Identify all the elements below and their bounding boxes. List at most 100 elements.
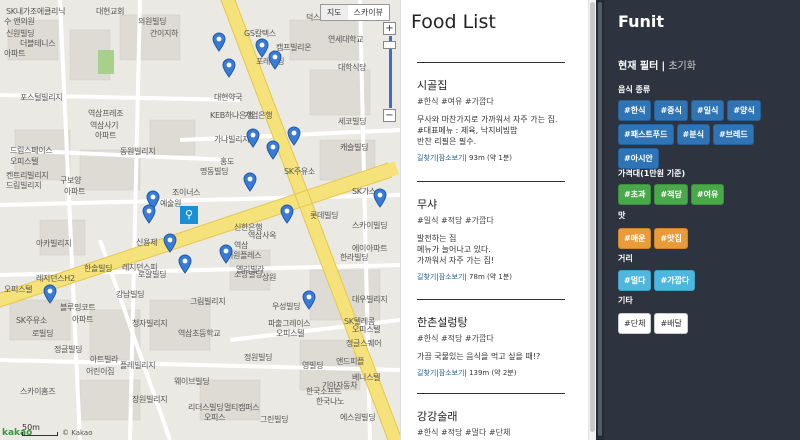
filter-tag-button[interactable]: #중식 bbox=[654, 100, 688, 121]
share-icon[interactable]: ⚲ bbox=[180, 206, 198, 224]
map-place-label: 명동빌딩 bbox=[200, 167, 229, 176]
list-item: 무샤 #일식 #적당 #가깝다 발전하는 집 메뉴가 늘어나고 있다. 가까워서… bbox=[417, 181, 565, 282]
map-view[interactable]: SK내가조에클리닉대현교회수 앤의원의원빌딩신원빌딩덕스테크리더스간이지하더블테… bbox=[0, 0, 400, 440]
map-type-map-button[interactable]: 지도 bbox=[320, 5, 348, 20]
filter-tag-group: #초과 #적당 #여유 bbox=[618, 184, 794, 205]
filter-tag-button[interactable]: #매운 bbox=[618, 228, 652, 249]
map-place-label: 그림빌리지 bbox=[190, 297, 226, 306]
filter-tag-button[interactable]: #가깝다 bbox=[654, 270, 696, 291]
restaurant-marker-icon[interactable] bbox=[268, 50, 282, 70]
item-tags: #일식 #적당 #가깝다 bbox=[417, 216, 494, 225]
map-place-label: 한국나노 bbox=[316, 397, 345, 406]
filter-tag-button[interactable]: #양식 bbox=[727, 100, 761, 121]
filter-panel: Funit 현재 필터 | 초기화 음식 종류 #한식 #중식 #일식 #양식 #패스트푸… bbox=[596, 0, 800, 440]
filter-tag-button[interactable]: #초과 bbox=[618, 184, 652, 205]
brand-title: Funit bbox=[618, 12, 665, 31]
restaurant-marker-icon[interactable] bbox=[178, 254, 192, 274]
filter-section-title: 맛 bbox=[618, 211, 626, 220]
restaurant-marker-icon[interactable] bbox=[219, 244, 233, 264]
filter-tag-button[interactable]: #멀다 bbox=[618, 270, 652, 291]
restaurant-marker-icon[interactable] bbox=[243, 172, 257, 192]
current-filter-label: 현재 필터 bbox=[618, 61, 659, 72]
restaurant-marker-icon[interactable] bbox=[266, 140, 280, 160]
directions-link[interactable]: 길찾기 bbox=[417, 154, 436, 162]
detail-link[interactable]: 잠소보기 bbox=[439, 369, 465, 377]
restaurant-marker-icon[interactable] bbox=[280, 204, 294, 224]
filter-tag-button[interactable]: #일식 bbox=[690, 100, 725, 121]
restaurant-marker-icon[interactable] bbox=[373, 188, 387, 208]
item-distance: 93m (약 1분) bbox=[469, 154, 513, 162]
detail-link[interactable]: 잠소보기 bbox=[439, 273, 465, 281]
map-place-label: 엘리빌라 bbox=[236, 265, 265, 274]
reset-filter-button[interactable]: 초기화 bbox=[668, 61, 696, 72]
restaurant-marker-icon[interactable] bbox=[212, 32, 226, 52]
restaurant-marker-icon[interactable] bbox=[222, 58, 236, 78]
list-item: 강강술래 #한식 #적당 #멀다 #단체 bbox=[417, 393, 565, 440]
map-place-label: 드림빌리지 bbox=[6, 181, 42, 190]
panel-scrollbar[interactable] bbox=[596, 0, 604, 440]
restaurant-marker-icon[interactable] bbox=[287, 126, 301, 146]
map-place-label: 신용제 bbox=[136, 238, 158, 247]
map-place-label: 아파트 bbox=[95, 131, 117, 140]
map-place-label: 대현약국 bbox=[214, 93, 243, 102]
filter-header: 현재 필터 | 초기화 bbox=[618, 57, 696, 72]
restaurant-marker-icon[interactable] bbox=[255, 38, 269, 58]
food-list-panel: Food List 시골집 #한식 #여유 #가깝다 무사와 마찬가지로 가까워… bbox=[400, 0, 596, 440]
filter-tag-button[interactable]: #패스트푸드 bbox=[618, 124, 674, 145]
map-place-label: 강남빌딩 bbox=[116, 290, 145, 299]
restaurant-marker-icon[interactable] bbox=[302, 290, 316, 310]
map-place-label: SK텔레콤 bbox=[344, 317, 375, 326]
map-place-label: 에스원빌딩 bbox=[340, 413, 376, 422]
filter-tag-button[interactable]: #맛집 bbox=[654, 228, 688, 249]
map-type-skyview-button[interactable]: 스카이뷰 bbox=[348, 5, 389, 20]
map-place-label: 어린이집 bbox=[86, 367, 115, 376]
item-name: 강강술래 bbox=[417, 410, 458, 423]
filter-section-title: 거리 bbox=[618, 254, 633, 263]
list-scrollbar[interactable] bbox=[588, 0, 596, 440]
filter-tag-button[interactable]: #단체 bbox=[618, 313, 652, 334]
map-place-label: 구보양 bbox=[60, 176, 82, 185]
map-place-label: 아트빌라 bbox=[90, 355, 119, 364]
map-place-label: 간이지하 bbox=[150, 29, 179, 38]
zoom-in-button[interactable]: + bbox=[383, 22, 396, 35]
map-place-label: 멀티캠퍼스 bbox=[224, 403, 260, 412]
filter-tag-button[interactable]: #한식 bbox=[618, 100, 652, 121]
map-place-label: 정글스퀘어 bbox=[346, 339, 382, 348]
filter-tag-button[interactable]: #여유 bbox=[690, 184, 725, 205]
item-tags: #한식 #적당 #가깝다 bbox=[417, 334, 494, 343]
map-place-label: 아파트 bbox=[72, 315, 94, 324]
directions-link[interactable]: 길찾기 bbox=[417, 369, 436, 377]
restaurant-marker-icon[interactable] bbox=[246, 128, 260, 148]
restaurant-marker-icon[interactable] bbox=[163, 233, 177, 253]
map-place-label: 한솔빌딩 bbox=[84, 264, 113, 273]
map-copyright: © Kakao bbox=[62, 429, 93, 437]
item-divider bbox=[417, 393, 565, 394]
list-scrollbar-thumb[interactable] bbox=[590, 2, 595, 432]
map-place-label: 포스털빌리지 bbox=[20, 93, 63, 102]
map-place-label: 오피스텔 bbox=[276, 329, 305, 338]
map-place-label: 캐슬빌딩 bbox=[340, 143, 369, 152]
restaurant-marker-icon[interactable] bbox=[142, 204, 156, 224]
map-place-label: 한라빌딩 bbox=[340, 253, 369, 262]
zoom-slider-handle[interactable] bbox=[383, 41, 396, 49]
restaurant-marker-icon[interactable] bbox=[43, 284, 57, 304]
map-place-label: 수 앤의원 bbox=[4, 17, 35, 26]
filter-tag-group: #한식 #중식 #일식 #양식 #패스트푸드 #분식 #브레드 #아시안 bbox=[618, 100, 794, 169]
map-place-label: 스카이홈즈 bbox=[20, 387, 56, 396]
map-place-label: 로빌딩 bbox=[32, 329, 54, 338]
map-place-label: 청자빌리지 bbox=[132, 319, 168, 328]
item-name: 무샤 bbox=[417, 198, 438, 211]
detail-link[interactable]: 잠소보기 bbox=[439, 154, 465, 162]
item-divider bbox=[417, 299, 565, 300]
filter-tag-button[interactable]: #분식 bbox=[676, 124, 710, 145]
filter-tag-button[interactable]: #적당 bbox=[654, 184, 688, 205]
filter-tag-button[interactable]: #브레드 bbox=[712, 124, 754, 145]
list-item: 한촌설렁탕 #한식 #적당 #가깝다 가끔 국물있는 음식을 먹고 싶을 때!?… bbox=[417, 299, 565, 378]
directions-link[interactable]: 길찾기 bbox=[417, 273, 436, 281]
filter-tag-button[interactable]: #아시안 bbox=[618, 148, 659, 169]
panel-scrollbar-thumb[interactable] bbox=[598, 2, 602, 436]
filter-tag-group: #매운 #맛집 bbox=[618, 228, 794, 249]
filter-tag-group: #단체 #배달 bbox=[618, 313, 794, 334]
filter-tag-button[interactable]: #배달 bbox=[654, 313, 688, 334]
zoom-out-button[interactable]: − bbox=[383, 109, 396, 122]
